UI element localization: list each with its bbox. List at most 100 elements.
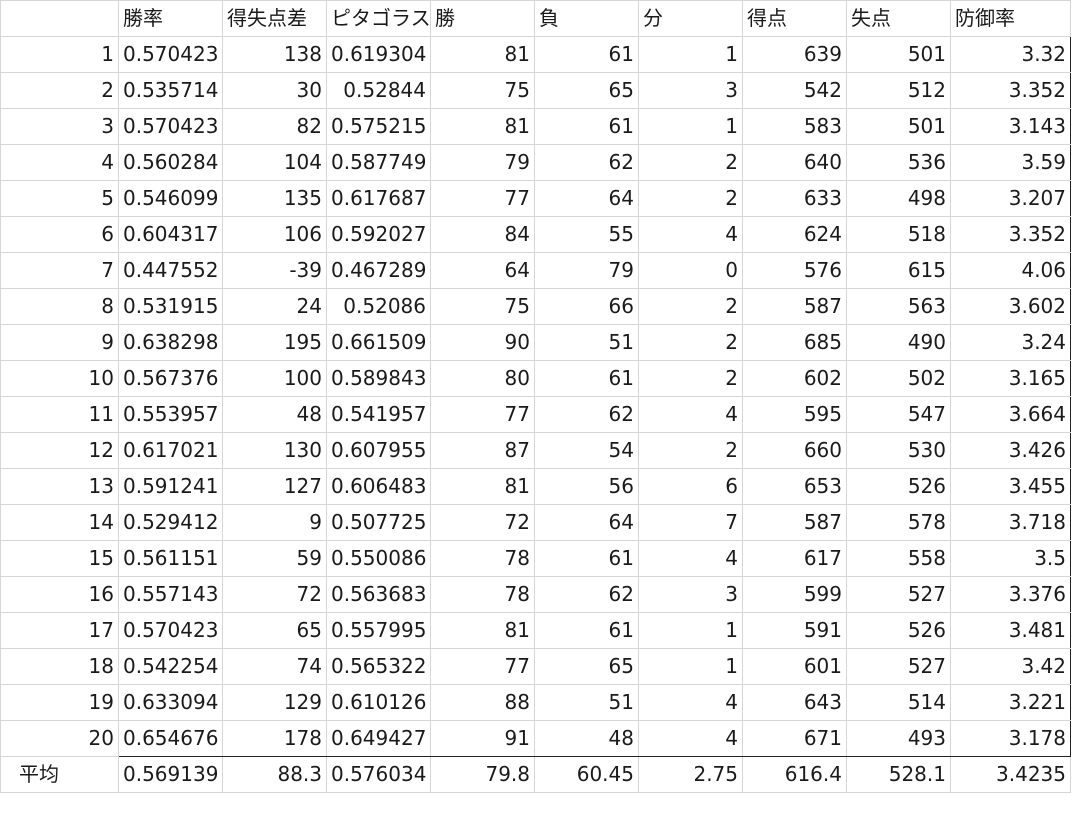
data-cell[interactable]: 0.561151 <box>118 540 223 577</box>
data-cell[interactable]: 2 <box>638 144 743 181</box>
data-cell[interactable]: 77 <box>430 396 535 433</box>
data-cell[interactable]: 578 <box>846 504 951 541</box>
data-cell[interactable]: 51 <box>534 684 639 721</box>
data-cell[interactable]: 0.604317 <box>118 216 223 253</box>
data-cell[interactable]: 660 <box>742 432 847 469</box>
data-cell[interactable]: 0.546099 <box>118 180 223 217</box>
data-cell[interactable]: 501 <box>846 108 951 145</box>
data-cell[interactable]: 3 <box>638 576 743 613</box>
data-cell[interactable]: 624 <box>742 216 847 253</box>
row-label[interactable]: 8 <box>0 288 119 325</box>
column-header[interactable]: ピタゴラス <box>326 0 431 37</box>
row-label[interactable]: 17 <box>0 612 119 649</box>
data-cell[interactable]: 178 <box>222 720 327 757</box>
data-cell[interactable]: 0.507725 <box>326 504 431 541</box>
data-cell[interactable]: 9 <box>222 504 327 541</box>
data-cell[interactable]: 135 <box>222 180 327 217</box>
data-cell[interactable]: 0.560284 <box>118 144 223 181</box>
row-label[interactable]: 19 <box>0 684 119 721</box>
data-cell[interactable]: 64 <box>534 504 639 541</box>
column-header[interactable]: 勝 <box>430 0 535 37</box>
data-cell[interactable]: 493 <box>846 720 951 757</box>
data-cell[interactable]: 501 <box>846 36 951 73</box>
data-cell[interactable]: 0.661509 <box>326 324 431 361</box>
row-label[interactable]: 12 <box>0 432 119 469</box>
column-header[interactable]: 負 <box>534 0 639 37</box>
data-cell[interactable]: 0.541957 <box>326 396 431 433</box>
data-cell[interactable]: 583 <box>742 108 847 145</box>
data-cell[interactable]: 1 <box>638 36 743 73</box>
data-cell[interactable]: 617 <box>742 540 847 577</box>
data-cell[interactable]: 3.143 <box>950 108 1071 145</box>
data-cell[interactable]: 61 <box>534 36 639 73</box>
average-cell[interactable]: 616.4 <box>742 756 847 793</box>
data-cell[interactable]: 61 <box>534 540 639 577</box>
data-cell[interactable]: 0.570423 <box>118 612 223 649</box>
data-cell[interactable]: 104 <box>222 144 327 181</box>
data-cell[interactable]: 536 <box>846 144 951 181</box>
data-cell[interactable]: 3.455 <box>950 468 1071 505</box>
data-cell[interactable]: 3.5 <box>950 540 1071 577</box>
data-cell[interactable]: 56 <box>534 468 639 505</box>
data-cell[interactable]: 3.481 <box>950 612 1071 649</box>
data-cell[interactable]: 79 <box>430 144 535 181</box>
data-cell[interactable]: 4 <box>638 540 743 577</box>
data-cell[interactable]: 3.602 <box>950 288 1071 325</box>
row-label[interactable]: 5 <box>0 180 119 217</box>
data-cell[interactable]: 563 <box>846 288 951 325</box>
data-cell[interactable]: 0.589843 <box>326 360 431 397</box>
data-cell[interactable]: 0.633094 <box>118 684 223 721</box>
data-cell[interactable]: 0.607955 <box>326 432 431 469</box>
row-label[interactable]: 14 <box>0 504 119 541</box>
data-cell[interactable]: 80 <box>430 360 535 397</box>
column-header[interactable]: 失点 <box>846 0 951 37</box>
data-cell[interactable]: 7 <box>638 504 743 541</box>
data-cell[interactable]: 65 <box>534 72 639 109</box>
data-cell[interactable]: 0.467289 <box>326 252 431 289</box>
row-label[interactable]: 7 <box>0 252 119 289</box>
data-cell[interactable]: 0.557995 <box>326 612 431 649</box>
data-cell[interactable]: 0.52844 <box>326 72 431 109</box>
data-cell[interactable]: 3.24 <box>950 324 1071 361</box>
average-cell[interactable]: 528.1 <box>846 756 951 793</box>
data-cell[interactable]: 502 <box>846 360 951 397</box>
data-cell[interactable]: 82 <box>222 108 327 145</box>
data-cell[interactable]: 81 <box>430 36 535 73</box>
row-label[interactable]: 13 <box>0 468 119 505</box>
data-cell[interactable]: 0.591241 <box>118 468 223 505</box>
data-cell[interactable]: 2 <box>638 432 743 469</box>
data-cell[interactable]: 671 <box>742 720 847 757</box>
average-label[interactable]: 平均 <box>0 756 119 793</box>
average-cell[interactable]: 2.75 <box>638 756 743 793</box>
data-cell[interactable]: 0.567376 <box>118 360 223 397</box>
data-cell[interactable]: 1 <box>638 648 743 685</box>
data-cell[interactable]: 633 <box>742 180 847 217</box>
data-cell[interactable]: 0.638298 <box>118 324 223 361</box>
data-cell[interactable]: 0.654676 <box>118 720 223 757</box>
data-cell[interactable]: 129 <box>222 684 327 721</box>
data-cell[interactable]: 65 <box>534 648 639 685</box>
data-cell[interactable]: 0.553957 <box>118 396 223 433</box>
data-cell[interactable]: 498 <box>846 180 951 217</box>
data-cell[interactable]: 4 <box>638 720 743 757</box>
column-header[interactable]: 勝率 <box>118 0 223 37</box>
data-cell[interactable]: 30 <box>222 72 327 109</box>
data-cell[interactable]: 130 <box>222 432 327 469</box>
data-cell[interactable]: 4.06 <box>950 252 1071 289</box>
data-cell[interactable]: 602 <box>742 360 847 397</box>
data-cell[interactable]: 0.535714 <box>118 72 223 109</box>
average-cell[interactable]: 0.569139 <box>118 756 223 793</box>
data-cell[interactable]: 0.565322 <box>326 648 431 685</box>
data-cell[interactable]: 3.221 <box>950 684 1071 721</box>
average-cell[interactable]: 3.4235 <box>950 756 1071 793</box>
data-cell[interactable]: 48 <box>534 720 639 757</box>
data-cell[interactable]: 601 <box>742 648 847 685</box>
data-cell[interactable]: 0.606483 <box>326 468 431 505</box>
average-cell[interactable]: 0.576034 <box>326 756 431 793</box>
data-cell[interactable]: 3.664 <box>950 396 1071 433</box>
data-cell[interactable]: 3.718 <box>950 504 1071 541</box>
data-cell[interactable]: 61 <box>534 612 639 649</box>
data-cell[interactable]: 90 <box>430 324 535 361</box>
data-cell[interactable]: 66 <box>534 288 639 325</box>
data-cell[interactable]: 3.207 <box>950 180 1071 217</box>
